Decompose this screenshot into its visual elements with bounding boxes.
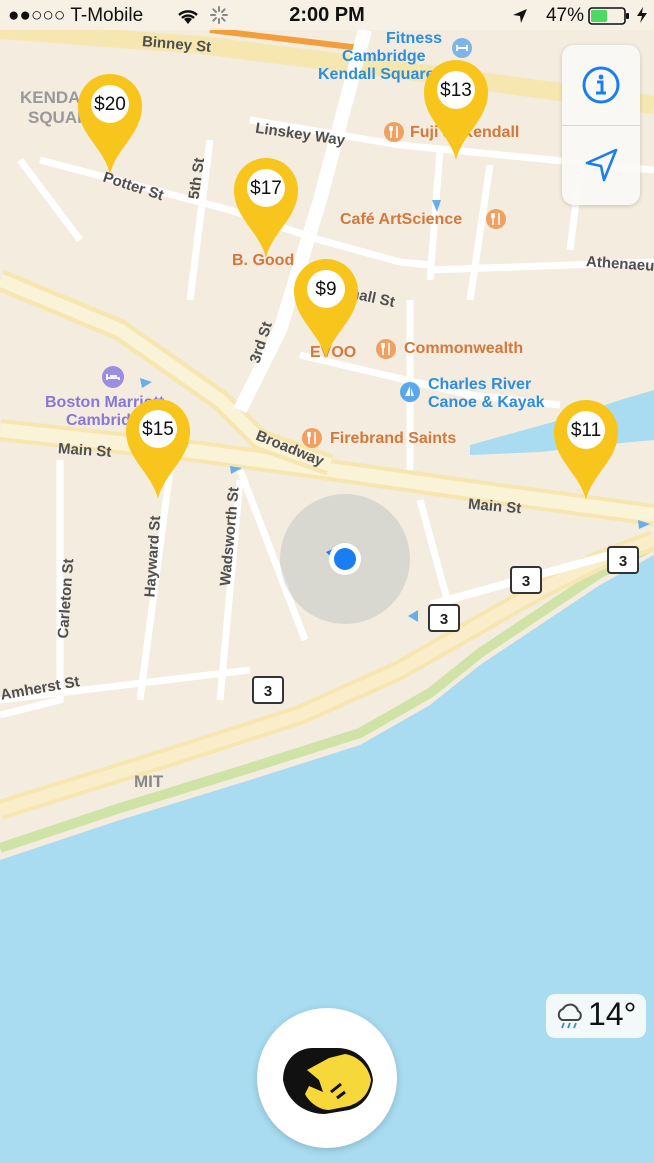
handshake-button[interactable] bbox=[257, 1008, 397, 1148]
area-label-mit: MIT bbox=[134, 772, 164, 791]
fork-knife-icon bbox=[384, 122, 404, 142]
map-pin-icon bbox=[234, 158, 298, 258]
fork-knife-icon bbox=[302, 428, 322, 448]
pin-price-label: $17 bbox=[250, 178, 282, 199]
weather-badge: 14° bbox=[546, 994, 646, 1038]
poi-fitness[interactable]: Fitness bbox=[386, 30, 442, 48]
status-bar: ●●○○○ T-Mobile 2:00 PM 47% bbox=[0, 0, 654, 30]
price-pin[interactable]: $9 bbox=[290, 255, 362, 369]
map-pin-icon bbox=[78, 74, 142, 174]
pin-price-label: $9 bbox=[315, 279, 337, 300]
price-pin[interactable]: $17 bbox=[230, 154, 302, 268]
location-arrow-icon bbox=[585, 148, 618, 182]
info-icon bbox=[582, 66, 620, 104]
fork-knife-icon bbox=[376, 339, 396, 359]
price-pin[interactable]: $11 bbox=[550, 396, 622, 510]
route-shield: 3 bbox=[510, 566, 542, 594]
locate-me-button[interactable] bbox=[562, 125, 640, 205]
battery-percentage: 47% bbox=[545, 5, 584, 26]
poi-commonwealth[interactable]: Commonwealth bbox=[404, 340, 523, 358]
price-pin[interactable]: $20 bbox=[74, 70, 146, 184]
pin-price-label: $20 bbox=[94, 94, 126, 115]
route-shield: 3 bbox=[428, 604, 460, 632]
poi-kendall-square[interactable]: Kendall Square bbox=[318, 66, 434, 84]
pin-price-label: $13 bbox=[440, 80, 472, 101]
temperature-label: 14° bbox=[588, 996, 637, 1032]
rain-cloud-icon bbox=[557, 1003, 582, 1029]
map-pin-icon bbox=[126, 399, 190, 499]
pin-price-label: $15 bbox=[142, 419, 174, 440]
location-services-icon bbox=[513, 9, 527, 23]
map-pin-icon bbox=[294, 259, 358, 359]
poi-cafe-artscience[interactable]: Café ArtScience bbox=[340, 211, 462, 229]
pin-price-label: $11 bbox=[570, 420, 602, 441]
map-pin-icon bbox=[554, 400, 618, 500]
charging-bolt-icon bbox=[637, 7, 647, 23]
route-shield: 3 bbox=[252, 676, 284, 704]
poi-firebrand[interactable]: Firebrand Saints bbox=[330, 430, 456, 448]
info-button[interactable] bbox=[562, 45, 640, 125]
route-shield: 3 bbox=[607, 546, 639, 574]
handshake-icon bbox=[283, 1048, 373, 1114]
poi-cambridge[interactable]: Cambridge bbox=[342, 48, 426, 66]
poi-charles-river-2[interactable]: Canoe & Kayak bbox=[428, 394, 545, 412]
dumbbell-icon bbox=[452, 38, 472, 58]
price-pin[interactable]: $15 bbox=[122, 395, 194, 509]
poi-charles-river-1[interactable]: Charles River bbox=[428, 376, 531, 394]
fork-knife-icon bbox=[486, 209, 506, 229]
street-label-main-left: Main St bbox=[57, 440, 112, 461]
sailboat-icon bbox=[400, 382, 420, 402]
hotel-bed-icon bbox=[102, 366, 124, 388]
map-controls bbox=[562, 45, 640, 205]
battery-icon bbox=[588, 7, 629, 25]
price-pin[interactable]: $13 bbox=[420, 56, 492, 170]
map-pin-icon bbox=[424, 60, 488, 160]
